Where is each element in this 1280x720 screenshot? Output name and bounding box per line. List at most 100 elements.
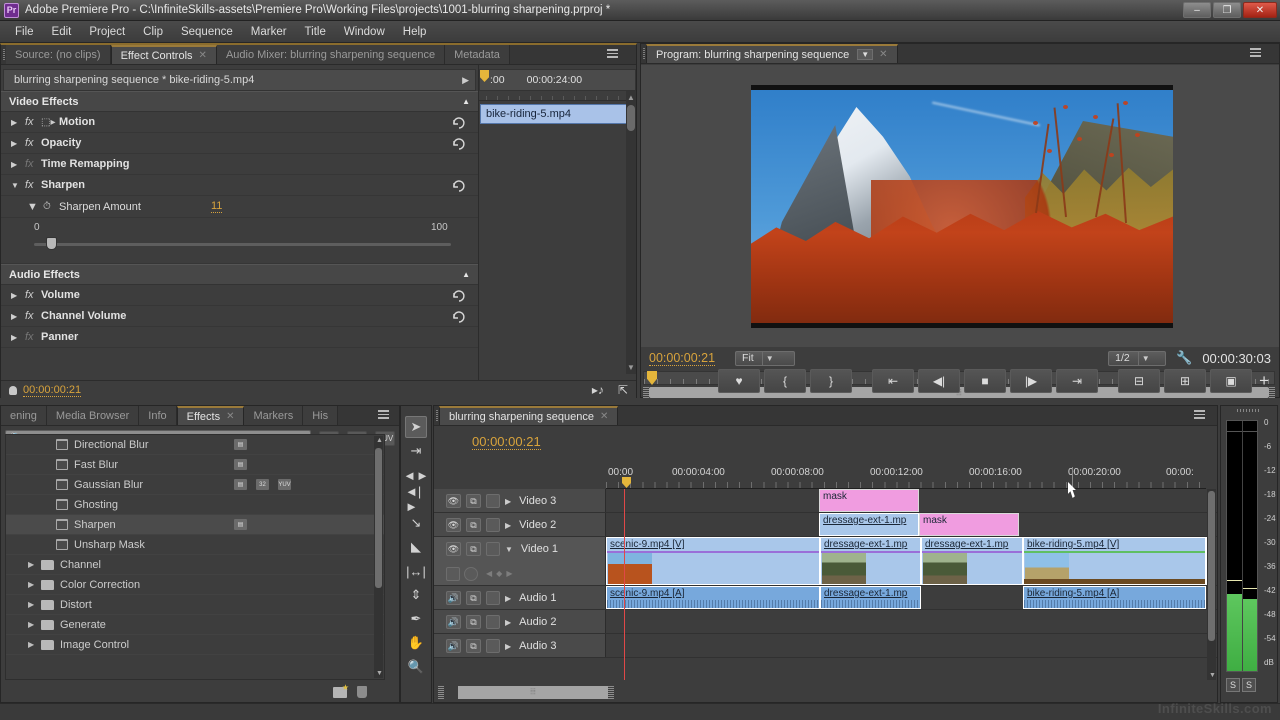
clip-bike-a1[interactable]: bike-riding-5.mp4 [A] <box>1023 586 1206 609</box>
sharpen-amount-slider-thumb[interactable] <box>46 237 57 250</box>
trash-icon[interactable] <box>357 686 367 698</box>
mark-out-button[interactable]: } <box>810 369 852 393</box>
razor-tool[interactable]: ◣ <box>405 536 427 558</box>
step-forward-button[interactable]: |▶ <box>1010 369 1052 393</box>
panel-menu-icon[interactable] <box>604 48 620 61</box>
toggle-sync-lock-icon[interactable]: ⧉ <box>466 615 481 629</box>
scroll-up-icon[interactable]: ▲ <box>376 437 383 444</box>
close-icon[interactable]: ✕ <box>226 411 234 422</box>
restore-button[interactable]: ❐ <box>1213 2 1241 18</box>
play-stop-button[interactable]: ■ <box>964 369 1006 393</box>
toggle-sync-lock-icon[interactable]: ⧉ <box>466 542 481 556</box>
menu-clip[interactable]: Clip <box>134 24 172 40</box>
speaker-icon[interactable]: 🔊 <box>446 639 461 653</box>
set-display-style-icon[interactable] <box>446 566 460 581</box>
toggle-track-lock-icon[interactable] <box>486 615 500 629</box>
tab-media-browser[interactable]: Media Browser <box>46 406 140 425</box>
scroll-up-icon[interactable]: ▲ <box>627 93 635 102</box>
close-button[interactable]: ✕ <box>1243 2 1277 18</box>
clip-scenic-a1[interactable]: scenic-9.mp4 [A] <box>606 586 820 609</box>
reset-icon[interactable] <box>452 116 466 129</box>
pen-tool[interactable]: ✒ <box>405 608 427 630</box>
tab-program-monitor[interactable]: Program: blurring sharpening sequence ▼ … <box>646 44 898 63</box>
track-body-video-2[interactable]: dressage-ext-1.mp mask <box>606 513 1217 536</box>
wrench-icon[interactable]: 🔧 <box>1176 350 1192 366</box>
twisty-icon[interactable]: ▶ <box>11 312 25 321</box>
clip-mask-v3[interactable]: mask <box>819 489 919 512</box>
list-item[interactable]: Gaussian Blur ▤ 32 YUV <box>6 475 384 495</box>
effect-controls-clip-bar[interactable]: bike-riding-5.mp4 <box>480 104 635 124</box>
audio-waveform-icon[interactable]: ▸♪ <box>592 383 604 397</box>
toggle-track-lock-icon[interactable] <box>486 494 500 508</box>
mark-in-button[interactable]: { <box>764 369 806 393</box>
twisty-icon[interactable]: ▼ <box>27 201 43 213</box>
audio-meter-display[interactable] <box>1226 420 1258 672</box>
clip-dressage-b-v1[interactable]: dressage-ext-1.mp <box>921 537 1023 585</box>
twisty-icon[interactable]: ▶ <box>11 160 25 169</box>
track-body-video-3[interactable]: mask <box>606 489 1217 512</box>
twisty-icon[interactable]: ▶ <box>505 642 511 651</box>
prev-keyframe-icon[interactable]: ◀ <box>486 569 492 578</box>
twisty-icon[interactable]: ▶ <box>28 620 41 629</box>
menu-file[interactable]: File <box>6 24 43 40</box>
eye-icon[interactable]: 👁 <box>446 542 461 556</box>
toggle-track-lock-icon[interactable] <box>486 639 500 653</box>
timeline-vertical-scrollbar[interactable]: ▲ ▼ <box>1207 489 1216 680</box>
twisty-icon[interactable]: ▼ <box>11 181 25 190</box>
track-header-audio-3[interactable]: 🔊 ⧉ ▶ Audio 3 <box>434 634 606 657</box>
marker-icon[interactable] <box>9 385 17 395</box>
slide-tool[interactable]: ⇕ <box>405 584 427 606</box>
tab-project-ening[interactable]: ening <box>1 406 47 425</box>
list-item[interactable]: Directional Blur ▤ <box>6 435 384 455</box>
timeline-hscroll-thumb[interactable]: ⦙⦙⦙ <box>458 685 608 699</box>
chevron-right-icon[interactable]: ▶ <box>462 75 469 86</box>
menu-marker[interactable]: Marker <box>242 24 296 40</box>
timeline-playhead-timecode[interactable]: 00:00:00:21 <box>472 434 541 450</box>
list-item-sharpen[interactable]: Sharpen ▤ <box>6 515 384 535</box>
list-item-folder[interactable]: ▶ Channel <box>6 555 384 575</box>
close-icon[interactable]: ✕ <box>199 50 207 61</box>
twisty-icon[interactable]: ▶ <box>11 139 25 148</box>
menu-window[interactable]: Window <box>335 24 394 40</box>
effect-row-time-remapping[interactable]: ▶ fx Time Remapping <box>1 154 478 175</box>
extract-button[interactable]: ⊞ <box>1164 369 1206 393</box>
list-item-folder[interactable]: ▶ Color Correction <box>6 575 384 595</box>
collapse-icon[interactable]: ▲ <box>462 97 470 106</box>
slip-tool[interactable]: |↔| <box>405 560 427 582</box>
export-frame-button[interactable]: ▣ <box>1210 369 1252 393</box>
track-header-audio-2[interactable]: 🔊 ⧉ ▶ Audio 2 <box>434 610 606 633</box>
clip-dressage-v2[interactable]: dressage-ext-1.mp <box>819 513 919 536</box>
chevron-down-icon[interactable]: ▼ <box>1139 354 1153 363</box>
show-keyframes-icon[interactable] <box>464 566 478 581</box>
program-current-timecode[interactable]: 00:00:00:21 <box>649 351 716 366</box>
param-value-sharpen-amount[interactable]: 11 <box>210 200 223 213</box>
scroll-thumb[interactable] <box>1208 491 1215 641</box>
track-header-video-1[interactable]: 👁 ⧉ ▼ Video 1 ◀ ◆ ▶ <box>434 537 606 585</box>
effect-row-motion[interactable]: ▶ fx ⬚▸ Motion <box>1 112 478 133</box>
eye-icon[interactable]: 👁 <box>446 494 461 508</box>
clip-scenic-v1[interactable]: scenic-9.mp4 [V] <box>606 537 820 585</box>
sharpen-amount-slider-track[interactable] <box>34 243 451 246</box>
fit-dropdown[interactable]: Fit ▼ <box>735 350 796 366</box>
ripple-edit-tool[interactable]: ◄► <box>403 464 429 486</box>
solo-button-left[interactable]: S <box>1226 678 1240 692</box>
effect-controls-vscrollbar[interactable]: ▲ ▼ <box>626 91 636 374</box>
tab-markers[interactable]: Markers <box>244 406 304 425</box>
export-icon[interactable]: ⇱ <box>618 383 628 397</box>
collapse-icon[interactable]: ▲ <box>462 270 470 279</box>
menu-help[interactable]: Help <box>394 24 436 40</box>
solo-button-right[interactable]: S <box>1242 678 1256 692</box>
close-icon[interactable]: ✕ <box>879 49 887 60</box>
reset-icon[interactable] <box>452 137 466 150</box>
vscroll-thumb[interactable] <box>627 105 635 131</box>
track-header-video-2[interactable]: 👁 ⧉ ▶ Video 2 <box>434 513 606 536</box>
tab-metadata[interactable]: Metadata <box>445 45 510 64</box>
scroll-down-icon[interactable]: ▼ <box>1209 672 1216 679</box>
add-keyframe-icon[interactable]: ◆ <box>496 569 502 578</box>
playhead-icon[interactable] <box>480 70 489 82</box>
twisty-icon[interactable]: ▶ <box>11 291 25 300</box>
panel-grip-icon[interactable] <box>1221 406 1277 414</box>
list-item[interactable]: Ghosting <box>6 495 384 515</box>
clip-dressage-a-v1[interactable]: dressage-ext-1.mp <box>820 537 921 585</box>
rate-stretch-tool[interactable]: ↘ <box>405 512 427 534</box>
